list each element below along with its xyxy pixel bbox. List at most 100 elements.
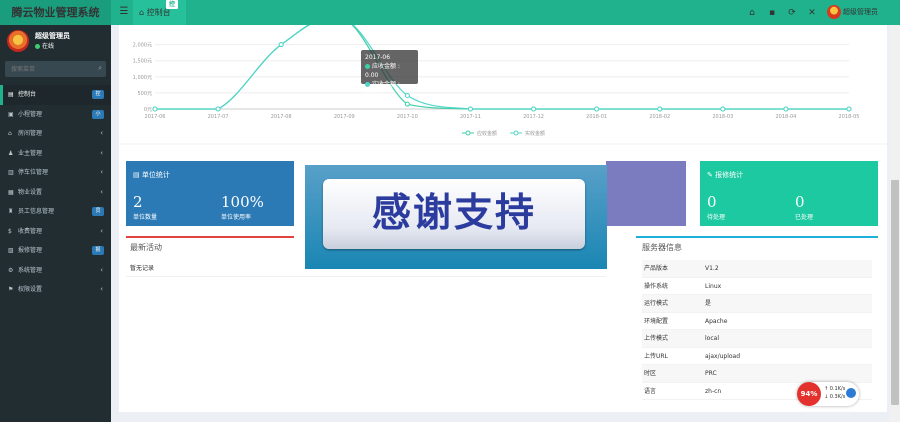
chevron-left-icon: ‹ bbox=[100, 129, 103, 137]
sidebar-item[interactable]: ▣ 小程管理 小 bbox=[0, 105, 111, 125]
scrollbar-thumb[interactable] bbox=[891, 180, 899, 405]
sidebar-item[interactable]: ▤ 控制台 控 bbox=[0, 85, 111, 105]
tooltip-dot-icon bbox=[365, 64, 370, 69]
server-value: Linux bbox=[705, 282, 722, 290]
sidebar-item[interactable]: ▧ 报修管理 报 bbox=[0, 241, 111, 261]
server-value: 是 bbox=[705, 300, 712, 307]
speed-arrow-icon[interactable] bbox=[846, 388, 856, 398]
chevron-left-icon: ‹ bbox=[100, 148, 103, 157]
unit-count: 2 bbox=[133, 193, 143, 211]
sidebar-item[interactable]: $ 收费管理 ‹ bbox=[0, 222, 111, 242]
banner-text: 感谢支持 bbox=[371, 191, 536, 236]
server-key: 上传模式 bbox=[644, 335, 669, 342]
tooltip-dot-icon bbox=[365, 82, 370, 87]
tab-home-icon: ⌂ bbox=[139, 8, 147, 17]
table-row: 操作系统 Linux bbox=[642, 278, 872, 295]
server-info-panel: 服务器信息 产品版本 V1.2 操作系统 Linux 运行模式 是环境配置 Apache 上传… bbox=[636, 236, 878, 400]
sidebar-item[interactable]: ⌂ 房间管理 ‹ bbox=[0, 124, 111, 144]
tab-label: 控制台 bbox=[146, 8, 171, 17]
sidebar: 超级管理员 在线 ⌕ ▤ 控制台 控 ▣ 小程管理 小 ⌂ 房间管理 ‹ ♟ 业主管理 ‹ ▥ 停车位管理… bbox=[0, 25, 111, 422]
legend-marker bbox=[465, 130, 471, 136]
fullscreen-icon[interactable]: ✕ bbox=[805, 6, 819, 20]
menu-toggle-icon[interactable]: ☰ bbox=[117, 4, 131, 20]
tab-badge: 控 bbox=[166, 0, 178, 9]
online-dot-icon bbox=[35, 44, 40, 49]
table-row: 环境配置 Apache bbox=[642, 313, 872, 330]
menu-icon: ⌂ bbox=[8, 130, 12, 137]
server-value: ajax/upload bbox=[705, 352, 741, 360]
brand-logo[interactable]: 腾云物业管理系统 bbox=[0, 0, 111, 25]
refresh-icon[interactable]: ⟳ bbox=[785, 6, 799, 20]
unit-count-label: 单位数量 bbox=[133, 214, 158, 221]
tab-dashboard[interactable]: ⌂ 控制台 bbox=[133, 0, 186, 25]
x-tick-label: 2018-03 bbox=[712, 114, 733, 120]
menu-icon: ▦ bbox=[8, 188, 14, 196]
trash-icon[interactable]: ▪ bbox=[765, 6, 779, 20]
menu-badge: 控 bbox=[92, 90, 104, 99]
server-value: PRC bbox=[705, 370, 717, 377]
menu-icon: ♜ bbox=[8, 208, 14, 215]
server-info-title: 服务器信息 bbox=[642, 243, 682, 252]
data-point bbox=[783, 106, 789, 112]
upload-speed: ↑ 0.1K/s bbox=[824, 386, 846, 392]
server-key: 语言 bbox=[644, 387, 657, 395]
sidebar-item[interactable]: ▥ 停车位管理 ‹ bbox=[0, 163, 111, 183]
sidebar-item-label: 报修管理 bbox=[18, 247, 43, 254]
x-tick-label: 2018-05 bbox=[839, 114, 860, 120]
sidebar-item[interactable]: ⚑ 权限设置 ‹ bbox=[0, 280, 111, 300]
unit-stats-box: ▤ 单位统计 2 单位数量 100% 单位使用率 bbox=[126, 161, 294, 226]
sidebar-avatar bbox=[7, 30, 29, 52]
sidebar-item[interactable]: ♟ 业主管理 ‹ bbox=[0, 144, 111, 164]
menu-icon: ▣ bbox=[8, 110, 14, 118]
server-key: 产品版本 bbox=[644, 265, 669, 272]
y-tick-label: 0元 bbox=[144, 107, 152, 113]
data-point bbox=[594, 106, 600, 112]
chevron-left-icon: ‹ bbox=[100, 187, 103, 196]
menu-badge: 小 bbox=[92, 109, 104, 119]
server-key: 上传URL bbox=[644, 352, 668, 360]
sidebar-item-label: 业主管理 bbox=[18, 149, 43, 157]
sidebar-item[interactable]: ▦ 物业设置 ‹ bbox=[0, 183, 111, 203]
legend-label: 应收金额 bbox=[477, 130, 497, 137]
sidebar-item-label: 物业设置 bbox=[18, 188, 43, 196]
sidebar-item-label: 停车位管理 bbox=[18, 169, 49, 176]
data-point bbox=[846, 106, 852, 112]
repair-stats-box: ✎ 报修统计 0 待处理 0 已处理 bbox=[700, 161, 878, 226]
sidebar-item[interactable]: ♜ 员工信息管理 员 bbox=[0, 202, 111, 222]
data-point bbox=[720, 106, 726, 112]
unit-usage: 100% bbox=[221, 193, 264, 211]
network-speed-widget[interactable]: 94% ↑ 0.1K/s ↓ 0.3K/s bbox=[797, 382, 859, 406]
sidebar-item-label: 控制台 bbox=[18, 91, 37, 98]
x-tick-label: 2018-01 bbox=[586, 114, 607, 120]
banner-plate: 感谢支持 bbox=[323, 179, 585, 249]
menu-icon: ♟ bbox=[8, 149, 14, 157]
menu-badge: 员 bbox=[92, 207, 104, 216]
wrench-icon: ✎ bbox=[707, 171, 713, 179]
download-speed: ↓ 0.3K/s bbox=[824, 394, 846, 400]
x-tick-label: 2017-10 bbox=[397, 114, 418, 120]
activity-panel: 最新活动 暂无记录 bbox=[126, 236, 294, 276]
search-icon[interactable]: ⌕ bbox=[98, 64, 102, 73]
user-avatar[interactable] bbox=[827, 5, 841, 19]
data-point bbox=[215, 106, 221, 112]
user-name[interactable]: 超级管理员 bbox=[843, 0, 878, 25]
x-tick-label: 2017-12 bbox=[523, 114, 544, 120]
search-input[interactable] bbox=[5, 61, 90, 77]
server-value: local bbox=[705, 335, 719, 342]
sidebar-search: ⌕ bbox=[5, 61, 106, 77]
repair-stats-title: ✎ 报修统计 bbox=[707, 171, 744, 179]
x-tick-label: 2018-04 bbox=[775, 114, 796, 120]
data-point bbox=[531, 106, 537, 112]
sidebar-menu: ▤ 控制台 控 ▣ 小程管理 小 ⌂ 房间管理 ‹ ♟ 业主管理 ‹ ▥ 停车位管理 ‹ ▦ 物业设置 ‹ ♜ 员工信… bbox=[0, 85, 111, 300]
activity-title: 最新活动 bbox=[130, 243, 162, 252]
table-row: 时区 PRC bbox=[642, 365, 872, 383]
server-value: V1.2 bbox=[705, 265, 719, 272]
home-icon[interactable]: ⌂ bbox=[745, 6, 759, 20]
menu-icon: ▧ bbox=[8, 247, 14, 254]
y-tick-label: 1,500元 bbox=[133, 59, 152, 65]
sidebar-item[interactable]: ⚙ 系统管理 ‹ bbox=[0, 261, 111, 281]
divider bbox=[126, 276, 606, 277]
status-text: 在线 bbox=[42, 43, 55, 50]
chevron-left-icon: ‹ bbox=[100, 168, 103, 176]
table-row: 上传URL ajax/upload bbox=[642, 348, 872, 365]
